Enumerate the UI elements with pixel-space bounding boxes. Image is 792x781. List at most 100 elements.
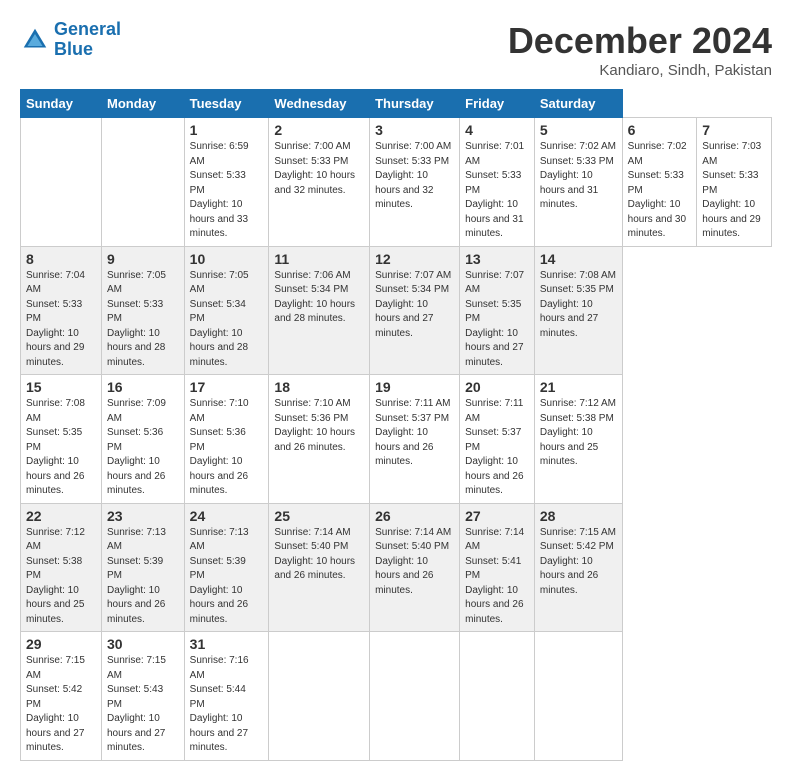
day-number: 11 <box>274 251 364 267</box>
calendar-cell: 16 Sunrise: 7:09 AMSunset: 5:36 PMDayligh… <box>101 375 184 504</box>
day-info: Sunrise: 7:14 AMSunset: 5:40 PMDaylight:… <box>375 526 454 599</box>
calendar-cell <box>21 118 102 247</box>
calendar-cell: 5Sunrise: 7:02 AMSunset: 5:33 PMDaylight… <box>534 118 622 247</box>
day-number: 10 <box>190 251 264 267</box>
calendar-week-row: 22Sunrise: 7:12 AMSunset: 5:38 PMDayligh… <box>21 503 772 632</box>
day-info: Sunrise: 7:02 AMSunset: 5:33 PMDaylight:… <box>540 140 617 213</box>
day-number: 13 <box>465 251 529 267</box>
calendar-cell: 2Sunrise: 7:00 AMSunset: 5:33 PMDaylight… <box>269 118 370 247</box>
day-info: Sunrise: 7:15 AMSunset: 5:42 PMDaylight:… <box>540 526 617 599</box>
day-info: Sunrise: 7:07 AMSunset: 5:35 PMDaylight:… <box>465 269 529 371</box>
logo: General Blue <box>20 20 121 60</box>
calendar-week-row: 1Sunrise: 6:59 AMSunset: 5:33 PMDaylight… <box>21 118 772 247</box>
day-number: 30 <box>107 636 179 652</box>
calendar-week-row: 8 Sunrise: 7:04 AMSunset: 5:33 PMDaylight… <box>21 246 772 375</box>
weekday-header-wednesday: Wednesday <box>269 90 370 118</box>
calendar-cell: 24Sunrise: 7:13 AMSunset: 5:39 PMDayligh… <box>184 503 269 632</box>
day-number: 19 <box>375 379 454 395</box>
day-info: Sunrise: 7:02 AMSunset: 5:33 PMDaylight:… <box>628 140 692 242</box>
day-number: 3 <box>375 122 454 138</box>
calendar-cell: 19 Sunrise: 7:11 AMSunset: 5:37 PMDayligh… <box>370 375 460 504</box>
calendar-cell: 29 Sunrise: 7:15 AMSunset: 5:42 PMDayligh… <box>21 632 102 761</box>
calendar-cell: 15 Sunrise: 7:08 AMSunset: 5:35 PMDayligh… <box>21 375 102 504</box>
weekday-header-sunday: Sunday <box>21 90 102 118</box>
day-info: Sunrise: 7:15 AMSunset: 5:42 PMDaylight:… <box>26 654 96 756</box>
month-title: December 2024 <box>508 20 772 62</box>
day-info: Sunrise: 7:05 AMSunset: 5:34 PMDaylight:… <box>190 269 264 371</box>
day-info: Sunrise: 6:59 AMSunset: 5:33 PMDaylight:… <box>190 140 264 242</box>
day-info: Sunrise: 7:10 AMSunset: 5:36 PMDaylight:… <box>190 397 264 499</box>
day-info: Sunrise: 7:11 AMSunset: 5:37 PMDaylight:… <box>465 397 529 499</box>
day-info: Sunrise: 7:01 AMSunset: 5:33 PMDaylight:… <box>465 140 529 242</box>
calendar-cell: 30 Sunrise: 7:15 AMSunset: 5:43 PMDayligh… <box>101 632 184 761</box>
weekday-header-friday: Friday <box>460 90 535 118</box>
day-number: 22 <box>26 508 96 524</box>
day-info: Sunrise: 7:08 AMSunset: 5:35 PMDaylight:… <box>540 269 617 342</box>
calendar-cell: 18 Sunrise: 7:10 AMSunset: 5:36 PMDayligh… <box>269 375 370 504</box>
calendar-cell: 11 Sunrise: 7:06 AMSunset: 5:34 PMDayligh… <box>269 246 370 375</box>
day-number: 12 <box>375 251 454 267</box>
calendar-cell: 12 Sunrise: 7:07 AMSunset: 5:34 PMDayligh… <box>370 246 460 375</box>
calendar-cell: 3 Sunrise: 7:00 AMSunset: 5:33 PMDaylight… <box>370 118 460 247</box>
day-number: 28 <box>540 508 617 524</box>
calendar-cell: 13 Sunrise: 7:07 AMSunset: 5:35 PMDayligh… <box>460 246 535 375</box>
day-number: 6 <box>628 122 692 138</box>
day-info: Sunrise: 7:04 AMSunset: 5:33 PMDaylight:… <box>26 269 96 371</box>
day-number: 26 <box>375 508 454 524</box>
calendar-cell: 17Sunrise: 7:10 AMSunset: 5:36 PMDayligh… <box>184 375 269 504</box>
day-number: 2 <box>274 122 364 138</box>
day-info: Sunrise: 7:00 AMSunset: 5:33 PMDaylight:… <box>375 140 454 213</box>
day-number: 7 <box>702 122 766 138</box>
day-number: 31 <box>190 636 264 652</box>
day-info: Sunrise: 7:10 AMSunset: 5:36 PMDaylight:… <box>274 397 364 455</box>
weekday-header-monday: Monday <box>101 90 184 118</box>
calendar-cell <box>370 632 460 761</box>
calendar-week-row: 15 Sunrise: 7:08 AMSunset: 5:35 PMDayligh… <box>21 375 772 504</box>
calendar-cell <box>460 632 535 761</box>
title-block: December 2024 Kandiaro, Sindh, Pakistan <box>508 20 772 79</box>
calendar-cell: 26 Sunrise: 7:14 AMSunset: 5:40 PMDayligh… <box>370 503 460 632</box>
day-number: 24 <box>190 508 264 524</box>
day-info: Sunrise: 7:07 AMSunset: 5:34 PMDaylight:… <box>375 269 454 342</box>
calendar-cell: 10 Sunrise: 7:05 AMSunset: 5:34 PMDayligh… <box>184 246 269 375</box>
day-number: 18 <box>274 379 364 395</box>
weekday-header-tuesday: Tuesday <box>184 90 269 118</box>
calendar-cell: 27Sunrise: 7:14 AMSunset: 5:41 PMDayligh… <box>460 503 535 632</box>
day-info: Sunrise: 7:06 AMSunset: 5:34 PMDaylight:… <box>274 269 364 327</box>
weekday-header-saturday: Saturday <box>534 90 622 118</box>
day-number: 29 <box>26 636 96 652</box>
calendar-cell: 31Sunrise: 7:16 AMSunset: 5:44 PMDayligh… <box>184 632 269 761</box>
day-number: 9 <box>107 251 179 267</box>
calendar-cell: 28 Sunrise: 7:15 AMSunset: 5:42 PMDayligh… <box>534 503 622 632</box>
day-info: Sunrise: 7:11 AMSunset: 5:37 PMDaylight:… <box>375 397 454 470</box>
calendar-cell: 14Sunrise: 7:08 AMSunset: 5:35 PMDayligh… <box>534 246 622 375</box>
weekday-header-thursday: Thursday <box>370 90 460 118</box>
day-info: Sunrise: 7:08 AMSunset: 5:35 PMDaylight:… <box>26 397 96 499</box>
day-number: 23 <box>107 508 179 524</box>
logo-text: General Blue <box>54 20 121 60</box>
logo-icon <box>20 25 50 55</box>
calendar-cell: 25Sunrise: 7:14 AMSunset: 5:40 PMDayligh… <box>269 503 370 632</box>
logo-general: General <box>54 19 121 39</box>
day-info: Sunrise: 7:09 AMSunset: 5:36 PMDaylight:… <box>107 397 179 499</box>
location: Kandiaro, Sindh, Pakistan <box>508 62 772 79</box>
day-number: 21 <box>540 379 617 395</box>
day-number: 4 <box>465 122 529 138</box>
calendar-cell <box>269 632 370 761</box>
day-info: Sunrise: 7:03 AMSunset: 5:33 PMDaylight:… <box>702 140 766 242</box>
day-info: Sunrise: 7:15 AMSunset: 5:43 PMDaylight:… <box>107 654 179 756</box>
day-number: 16 <box>107 379 179 395</box>
calendar-cell: 4 Sunrise: 7:01 AMSunset: 5:33 PMDaylight… <box>460 118 535 247</box>
calendar-cell <box>534 632 622 761</box>
day-number: 8 <box>26 251 96 267</box>
calendar-cell: 22Sunrise: 7:12 AMSunset: 5:38 PMDayligh… <box>21 503 102 632</box>
calendar-cell: 20 Sunrise: 7:11 AMSunset: 5:37 PMDayligh… <box>460 375 535 504</box>
calendar-cell: 7 Sunrise: 7:03 AMSunset: 5:33 PMDaylight… <box>697 118 772 247</box>
day-number: 20 <box>465 379 529 395</box>
day-number: 15 <box>26 379 96 395</box>
day-info: Sunrise: 7:05 AMSunset: 5:33 PMDaylight:… <box>107 269 179 371</box>
calendar-week-row: 29 Sunrise: 7:15 AMSunset: 5:42 PMDayligh… <box>21 632 772 761</box>
calendar-cell: 23Sunrise: 7:13 AMSunset: 5:39 PMDayligh… <box>101 503 184 632</box>
day-number: 25 <box>274 508 364 524</box>
calendar-cell: 21Sunrise: 7:12 AMSunset: 5:38 PMDayligh… <box>534 375 622 504</box>
